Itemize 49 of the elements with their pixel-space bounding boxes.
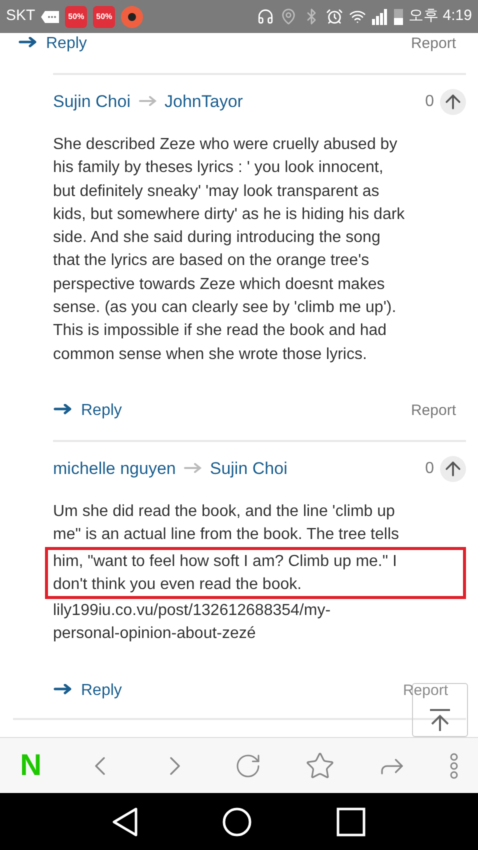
home-circle-icon[interactable] xyxy=(222,806,252,836)
more-menu-icon[interactable] xyxy=(450,752,458,778)
reply-link[interactable]: Reply xyxy=(53,678,122,703)
wifi-icon xyxy=(348,8,366,25)
reply-to-arrow-icon xyxy=(138,96,156,108)
reply-to-name[interactable]: Sujin Choi xyxy=(210,456,288,482)
report-link[interactable]: Report xyxy=(410,400,456,422)
alarm-icon xyxy=(326,8,343,25)
comment-text-line: him, "want to feel how soft I am? Climb up me." I xyxy=(53,552,398,572)
reply-to-name[interactable]: JohnTayor xyxy=(164,89,243,115)
carrier-text: SKT xyxy=(6,6,36,26)
comment-text-line: This is impossible if she read the book and had xyxy=(53,321,388,342)
comment-text-line: me" is an actual line from the book. The tree tells xyxy=(53,525,400,546)
author-name[interactable]: michelle nguyen xyxy=(53,456,176,482)
comment-text-line: but definitely sneaky' 'may look transparent as xyxy=(53,182,380,202)
comment-text-line: don't think you even read the book. xyxy=(53,574,303,595)
recents-square-icon[interactable] xyxy=(336,806,366,836)
reply-link[interactable]: Reply xyxy=(18,32,87,56)
clock-text: 오후 4:19 xyxy=(408,6,472,26)
comment-text-line: lily199iu.co.vu/post/132612688354/my- xyxy=(53,601,332,622)
upvote-button[interactable] xyxy=(440,456,466,482)
comment-text-line: side. And she said during introducing the song xyxy=(53,228,382,248)
comment-text-line: sense. (as you can clearly see by 'climb me up'). xyxy=(53,298,398,318)
comment-text-line: his family by theses lyrics : ' you look innocent, xyxy=(53,158,384,178)
vote-count: 0 xyxy=(425,458,434,479)
report-link[interactable]: Report xyxy=(410,32,456,56)
comment-text-line: kids, but somewhere dirty' as he is hiding his dark xyxy=(53,204,406,225)
reply-link[interactable]: Reply xyxy=(53,398,122,423)
comment-text-line: perspective towards Zeze which doesnt makes xyxy=(53,274,386,295)
message-icon xyxy=(41,10,60,22)
app-badge: 50% xyxy=(65,6,88,28)
comment-text-line: that the lyrics are based on the orange tree's xyxy=(53,251,370,272)
upvote-button[interactable] xyxy=(440,89,466,115)
signal-icon xyxy=(372,8,388,24)
record-icon xyxy=(121,6,144,28)
back-triangle-icon[interactable] xyxy=(112,806,138,836)
reply-to-arrow-icon xyxy=(184,462,202,475)
location-icon xyxy=(280,8,297,25)
scroll-top-arrow-icon xyxy=(429,708,451,732)
comment-text-line: personal-opinion-about-zezé xyxy=(53,624,257,644)
bookmark-star-icon[interactable] xyxy=(304,750,335,780)
vote-count: 0 xyxy=(425,92,434,112)
comment-text-line: She described Zeze who were cruelly abused by xyxy=(53,135,398,155)
comment-text-line: Um she did read the book, and the line 'climb up xyxy=(53,502,396,522)
app-badge: 50% xyxy=(93,6,116,28)
headphones-icon xyxy=(256,8,274,25)
battery-icon xyxy=(394,8,403,25)
comment-text-line: common sense when she wrote those lyrics. xyxy=(53,344,368,365)
author-name[interactable]: Sujin Choi xyxy=(53,89,130,115)
